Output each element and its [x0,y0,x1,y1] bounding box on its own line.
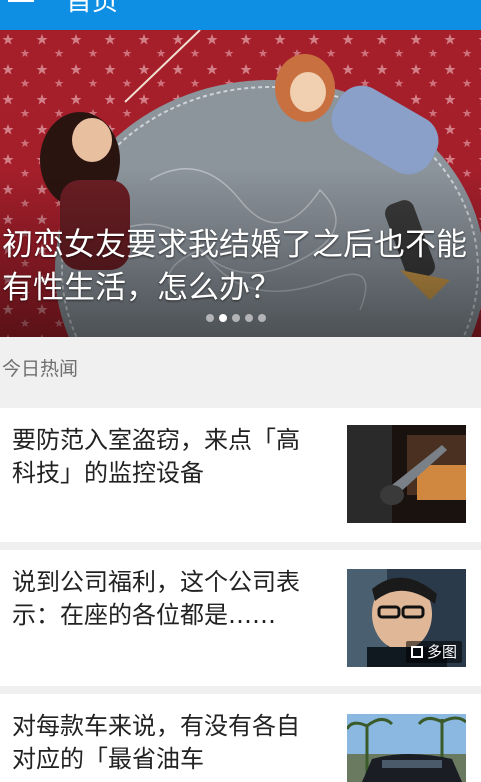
page-dot [206,314,214,322]
banner-headline: 初恋女友要求我结婚了之后也不能有性生活，怎么办？ [2,227,467,306]
featured-banner[interactable]: 初恋女友要求我结婚了之后也不能有性生活，怎么办？ [0,30,481,337]
menu-icon[interactable] [8,0,34,6]
story-thumbnail [347,714,466,782]
app-bar: 首页 [0,0,481,30]
page-dot [245,314,253,322]
page-dot-active [219,314,227,322]
bell-icon[interactable] [390,0,420,12]
story-title: 要防范入室盗窃，来点「高科技」的监控设备 [12,426,300,487]
story-thumbnail [347,425,466,523]
multi-image-badge: 多图 [405,641,462,663]
story-title: 说到公司福利，这个公司表示：在座的各位都是…… [12,568,300,629]
story-card[interactable]: 说到公司福利，这个公司表示：在座的各位都是…… 多图 [0,550,481,686]
badge-label: 多图 [426,643,457,661]
page-title: 首页 [66,0,119,17]
page-dot [258,314,266,322]
more-vertical-icon[interactable] [455,0,475,12]
story-card[interactable]: 对每款车来说，有没有各自对应的「最省油车 [0,694,481,782]
story-card[interactable]: 要防范入室盗窃，来点「高科技」的监控设备 [0,408,481,542]
section-title: 今日热闻 [2,358,79,380]
banner-page-indicator [206,314,271,322]
page-dot [232,314,240,322]
gallery-icon [410,646,423,658]
story-thumbnail: 多图 [347,569,466,667]
story-title: 对每款车来说，有没有各自对应的「最省油车 [12,712,300,773]
